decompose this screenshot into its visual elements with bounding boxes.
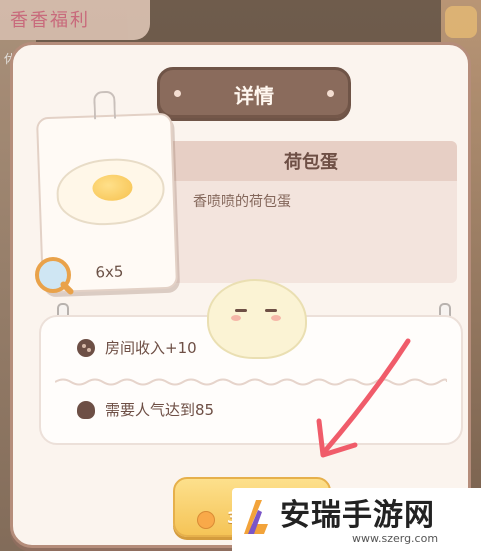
watermark-title: 安瑞手游网: [280, 498, 435, 533]
site-watermark: 安瑞手游网 www.szerg.com: [232, 488, 481, 551]
fans-icon: [77, 400, 95, 419]
requirement-text: 需要人气达到85: [105, 401, 215, 419]
item-info-panel: 荷包蛋 香喷喷的荷包蛋: [165, 141, 457, 283]
cookie-icon: [77, 338, 95, 357]
requirement-text: 房间收入+10: [105, 339, 197, 357]
mascot-eye: [235, 309, 247, 312]
title-dot-icon: [174, 90, 181, 97]
mascot-chick-icon: [207, 279, 307, 359]
item-description: 香喷喷的荷包蛋: [193, 194, 291, 210]
pointer-arrow-icon: [316, 338, 411, 458]
modal-title: 详情: [157, 67, 351, 121]
detail-modal: 详情 荷包蛋 香喷喷的荷包蛋 6x5 房间收入+10 需要人气达到85: [10, 42, 471, 548]
item-name: 荷包蛋: [165, 141, 457, 181]
background-sign: 香香福利: [0, 0, 150, 40]
title-dot-icon: [327, 90, 334, 97]
coin-icon: [197, 511, 215, 529]
mascot-cheek: [231, 315, 241, 321]
mascot-cheek: [271, 315, 281, 321]
watermark-url: www.szerg.com: [352, 532, 439, 545]
requirement-row: 需要人气达到85: [77, 399, 214, 420]
site-logo-icon: [244, 500, 268, 534]
modal-title-text: 详情: [234, 83, 274, 108]
mascot-eye: [265, 309, 277, 312]
shop-icon[interactable]: [445, 6, 477, 38]
background-sign-text: 香香福利: [10, 10, 90, 31]
card-hook-icon: [93, 90, 117, 120]
requirement-row: 房间收入+10: [77, 337, 197, 358]
